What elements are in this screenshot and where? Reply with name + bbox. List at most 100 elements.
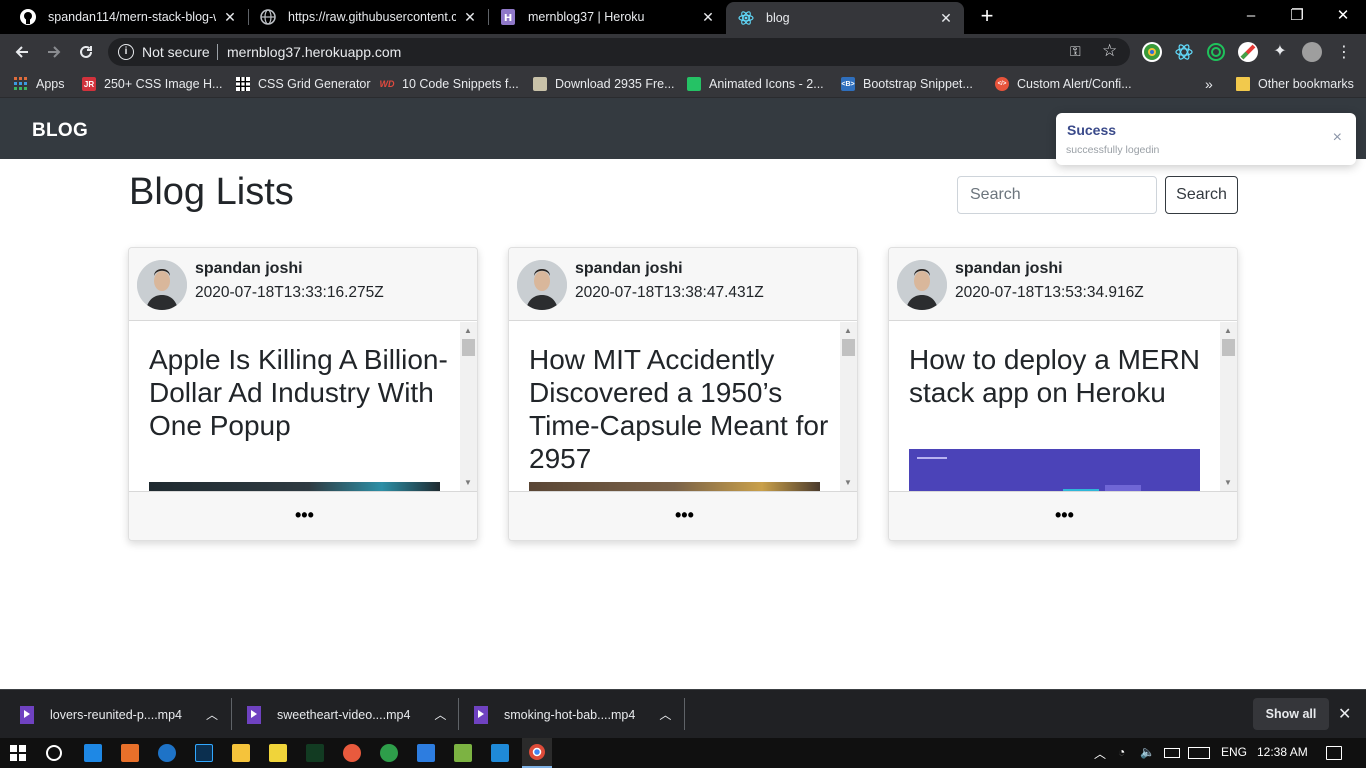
tray-overflow-chevron-icon[interactable]: ︿ [1094,745,1106,762]
bookmark-custom-alert[interactable]: </> Custom Alert/Confi... [995,76,1132,92]
tab-github[interactable]: spandan114/mern-stack-blog-wi ✕ [8,0,248,34]
download-divider [231,698,232,730]
security-label[interactable]: Not secure [142,44,210,60]
key-icon[interactable]: ⚿ [1070,43,1081,60]
card-footer: ••• [509,491,857,540]
card-scrollbar[interactable]: ▲ ▼ [460,322,477,491]
scroll-up-arrow-icon[interactable]: ▲ [844,326,852,335]
chrome-taskbar-button[interactable] [522,738,552,768]
tab-raw-github[interactable]: https://raw.githubusercontent.co ✕ [248,0,488,34]
close-icon[interactable]: ✕ [938,10,954,26]
keyboard-icon[interactable] [1188,747,1210,759]
tab-heroku[interactable]: H mernblog37 | Heroku ✕ [488,0,726,34]
sticky-notes-icon[interactable] [269,744,287,762]
bookmark-label: Other bookmarks [1258,77,1354,91]
card-scrollbar[interactable]: ▲ ▼ [840,322,857,491]
forward-button[interactable] [40,38,68,66]
search-input[interactable] [957,176,1157,214]
close-icon[interactable]: ✕ [462,9,478,25]
clock[interactable]: 12:38 AM [1257,745,1308,759]
post-title[interactable]: How MIT Accidently Discovered a 1950’s T… [529,343,829,475]
bookmark-other-bookmarks[interactable]: Other bookmarks [1236,76,1354,92]
folder-icon [1236,77,1250,91]
bookmark-css-image-hover[interactable]: JR 250+ CSS Image H... [82,76,222,92]
scroll-down-arrow-icon[interactable]: ▼ [844,478,852,487]
post-title[interactable]: How to deploy a MERN stack app on Heroku [909,343,1209,409]
extensions-puzzle-icon[interactable]: ✦ [1270,42,1290,62]
bookmark-apps[interactable]: Apps [14,76,65,92]
window-close-button[interactable]: ✕ [1320,0,1366,30]
language-indicator[interactable]: ENG [1221,745,1247,759]
extension-chrome-icon[interactable] [1142,42,1162,62]
back-button[interactable] [8,38,36,66]
photoshop-icon[interactable] [195,744,213,762]
search-circle-icon[interactable] [46,745,62,761]
wifi-icon[interactable]: ◔ [1118,745,1125,759]
windows-start-icon[interactable] [10,745,26,761]
toast-close-icon[interactable]: × [1333,129,1342,147]
volume-icon[interactable]: 🔈 [1140,745,1155,759]
bookmarks-overflow-button[interactable]: » [1205,76,1213,92]
extension-target-icon[interactable] [1206,42,1226,62]
scroll-up-arrow-icon[interactable]: ▲ [1224,326,1232,335]
extension-react-devtools-icon[interactable] [1174,42,1194,62]
scroll-thumb[interactable] [842,339,855,356]
notifications-icon[interactable] [1326,746,1342,760]
android-studio-icon[interactable] [454,744,472,762]
new-tab-button[interactable]: + [976,5,998,28]
bookmark-animated-icons[interactable]: Animated Icons - 2... [687,76,824,92]
minimize-button[interactable]: – [1228,0,1274,30]
tab-blog[interactable]: blog ✕ [726,2,964,34]
edge-icon[interactable] [158,744,176,762]
scroll-thumb[interactable] [1222,339,1235,356]
page-title: Blog Lists [129,171,294,213]
postman-icon[interactable] [343,744,361,762]
scroll-thumb[interactable] [462,339,475,356]
post-title[interactable]: Apple Is Killing A Billion-Dollar Ad Ind… [149,343,449,442]
download-item[interactable]: sweetheart-video....mp4 ︿ [247,690,446,739]
maximize-button[interactable]: ❐ [1274,0,1320,30]
show-all-downloads-button[interactable]: Show all [1253,698,1329,730]
info-icon[interactable]: i [118,44,134,60]
xampp-icon[interactable] [121,744,139,762]
extension-colorpicker-icon[interactable] [1238,42,1258,62]
reload-button[interactable] [72,38,100,66]
bookmark-label: Animated Icons - 2... [709,77,824,91]
close-icon[interactable]: ✕ [222,9,238,25]
search-button[interactable]: Search [1165,176,1238,214]
chevron-up-icon[interactable]: ︿ [206,706,218,723]
url-text[interactable]: mernblog37.herokuapp.com [227,44,401,60]
svg-text:H: H [504,13,512,24]
close-downloads-icon[interactable]: ✕ [1338,704,1351,724]
brand-logo-text[interactable]: BLOG [32,120,88,142]
close-icon[interactable]: ✕ [700,9,716,25]
menu-kebab-icon[interactable]: ⋮ [1336,42,1352,62]
download-item[interactable]: lovers-reunited-p....mp4 ︿ [20,690,218,739]
scroll-up-arrow-icon[interactable]: ▲ [464,326,472,335]
bookmark-download-free[interactable]: Download 2935 Fre... [533,76,675,92]
address-bar[interactable]: i Not secure mernblog37.herokuapp.com ⚿ … [108,38,1130,66]
vscode-icon[interactable] [491,744,509,762]
chevron-up-icon[interactable]: ︿ [659,706,671,723]
scroll-down-arrow-icon[interactable]: ▼ [464,478,472,487]
bookmark-star-icon[interactable]: ☆ [1102,41,1117,61]
tab-title: mernblog37 | Heroku [528,10,645,24]
card-scrollbar[interactable]: ▲ ▼ [1220,322,1237,491]
more-options-icon[interactable]: ••• [1055,505,1074,526]
battery-icon[interactable] [1164,748,1180,758]
app-store-icon[interactable] [417,744,435,762]
scroll-down-arrow-icon[interactable]: ▼ [1224,478,1232,487]
download-item[interactable]: smoking-hot-bab....mp4 ︿ [474,690,671,739]
file-explorer-icon[interactable] [232,744,250,762]
mongodb-compass-icon[interactable] [306,744,324,762]
more-options-icon[interactable]: ••• [295,505,314,526]
profile-avatar[interactable] [1302,42,1322,62]
bookmark-code-snippets[interactable]: WD 10 Code Snippets f... [380,76,519,92]
bookmark-css-grid-generator[interactable]: CSS Grid Generator [236,76,371,92]
chevron-up-icon[interactable]: ︿ [434,706,446,723]
post-cover-image [149,482,440,491]
more-options-icon[interactable]: ••• [675,505,694,526]
mail-icon[interactable] [84,744,102,762]
nodejs-icon[interactable] [380,744,398,762]
bookmark-bootstrap-snippets[interactable]: <B> Bootstrap Snippet... [841,76,973,92]
